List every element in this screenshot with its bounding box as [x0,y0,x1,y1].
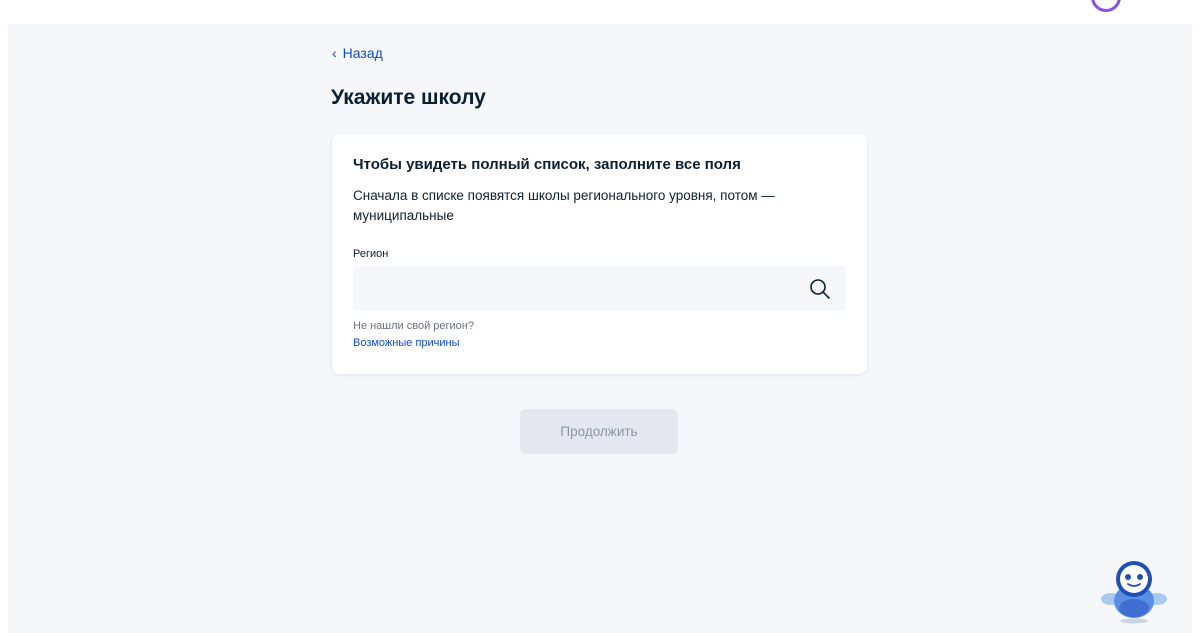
school-selection-card: Чтобы увидеть полный список, заполните в… [332,134,867,374]
robot-assistant-icon[interactable] [1100,555,1168,627]
back-link[interactable]: ‹ Назад [332,45,383,61]
continue-button[interactable]: Продолжить [520,409,678,454]
chevron-left-icon: ‹ [332,45,337,61]
region-field-label: Регион [353,248,389,260]
card-description: Сначала в списке появятся школы регионал… [353,188,775,223]
page-title: Укажите школу [331,86,486,109]
search-icon[interactable] [808,277,832,301]
region-not-found-text: Не нашли свой регион? [353,320,474,332]
region-search-input[interactable] [353,266,793,311]
possible-reasons-link[interactable]: Возможные причины [353,337,460,349]
region-search-field[interactable] [353,266,846,311]
profile-icon[interactable] [1091,0,1121,12]
card-heading: Чтобы увидеть полный список, заполните в… [353,156,741,173]
back-link-label: Назад [342,45,383,61]
